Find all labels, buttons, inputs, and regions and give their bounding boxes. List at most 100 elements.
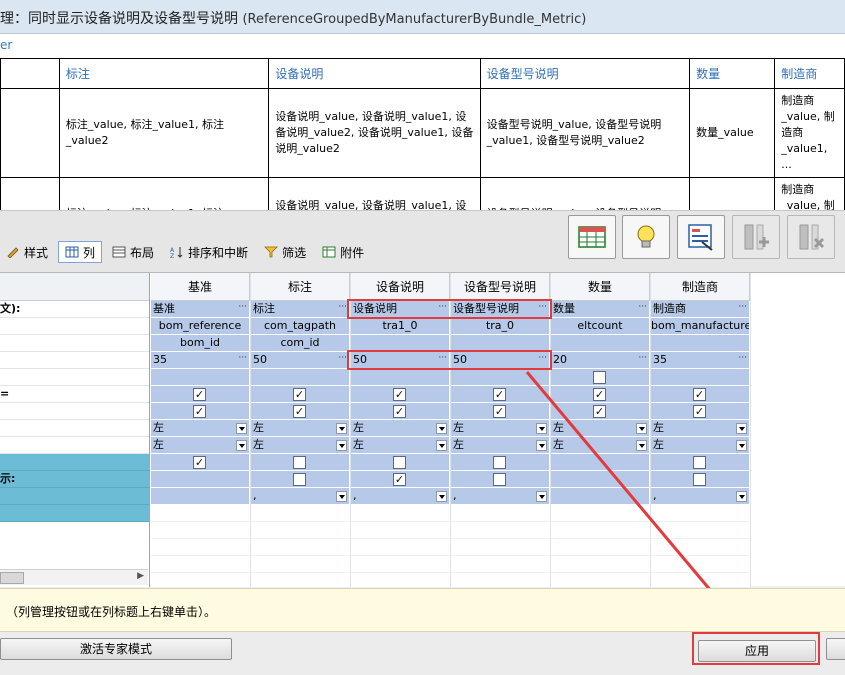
column-key-field[interactable]: bom_id (151, 335, 250, 352)
column-align-select[interactable]: 左 (251, 437, 350, 454)
column-align-select[interactable]: 左 (151, 437, 250, 454)
chevron-down-icon[interactable] (436, 491, 447, 502)
column-width-field[interactable]: 35 ··· (651, 352, 750, 369)
column-property-field[interactable]: tra_0 (451, 318, 550, 335)
column-title-field[interactable]: 制造商 ··· (651, 301, 750, 318)
expert-mode-button[interactable]: 激活专家模式 (0, 638, 232, 660)
ellipsis-icon[interactable]: ··· (738, 352, 747, 366)
column-width-field[interactable]: 35 ··· (151, 352, 250, 369)
tab-columns[interactable]: 列 (58, 241, 103, 263)
checkbox[interactable]: ✓ (393, 405, 406, 418)
column-header[interactable]: 数量 (551, 273, 650, 301)
chevron-down-icon[interactable] (236, 440, 247, 451)
tip-button[interactable] (622, 215, 670, 259)
tab-sort[interactable]: AZ 排序和中断 (164, 241, 254, 263)
apply-button[interactable]: 应用 (698, 640, 816, 662)
ellipsis-icon[interactable]: ··· (738, 301, 747, 315)
chevron-down-icon[interactable] (336, 440, 347, 451)
tab-style[interactable]: 样式 (0, 241, 54, 263)
column-property-field[interactable]: tra1_0 (351, 318, 450, 335)
tab-layout[interactable]: 布局 (106, 241, 160, 263)
column-header[interactable]: 标注 (251, 273, 350, 301)
column-width-field[interactable]: 50 ··· (351, 352, 450, 369)
checkbox[interactable]: ✓ (193, 405, 206, 418)
column-align-select[interactable]: 左 (651, 437, 750, 454)
chevron-down-icon[interactable] (536, 440, 547, 451)
checkbox[interactable] (493, 456, 506, 469)
checkbox[interactable] (293, 456, 306, 469)
column-property-field[interactable]: bom_reference (151, 318, 250, 335)
column-width-field[interactable]: 50 ··· (251, 352, 350, 369)
checkbox[interactable]: ✓ (293, 388, 306, 401)
chevron-down-icon[interactable] (736, 423, 747, 434)
tab-attachment[interactable]: 附件 (316, 241, 370, 263)
horizontal-scrollbar[interactable]: ▶ (0, 569, 148, 585)
checkbox[interactable] (493, 473, 506, 486)
column-align-select[interactable]: 左 (451, 437, 550, 454)
column-width-field[interactable]: 50 ··· (451, 352, 550, 369)
checkbox[interactable]: ✓ (493, 405, 506, 418)
column-align-select[interactable]: 左 (551, 437, 650, 454)
ellipsis-icon[interactable]: ··· (538, 352, 547, 366)
column-separator-select[interactable]: , (251, 488, 350, 505)
delete-column-button[interactable] (787, 215, 835, 259)
checkbox[interactable] (693, 473, 706, 486)
chevron-down-icon[interactable] (436, 423, 447, 434)
chevron-down-icon[interactable] (336, 491, 347, 502)
chevron-down-icon[interactable] (436, 440, 447, 451)
column-key-field[interactable] (651, 335, 750, 352)
column-align-select[interactable]: 左 (651, 420, 750, 437)
checkbox[interactable]: ✓ (193, 388, 206, 401)
column-separator-select[interactable] (151, 488, 250, 505)
column-width-field[interactable]: 20 ··· (551, 352, 650, 369)
chevron-down-icon[interactable] (336, 423, 347, 434)
checkbox[interactable]: ✓ (693, 405, 706, 418)
ellipsis-icon[interactable]: ··· (638, 301, 647, 315)
column-key-field[interactable]: com_id (251, 335, 350, 352)
column-header[interactable]: 基准 (151, 273, 250, 301)
column-key-field[interactable] (551, 335, 650, 352)
column-align-select[interactable]: 左 (251, 420, 350, 437)
column-align-select[interactable]: 左 (351, 420, 450, 437)
checkbox[interactable] (593, 371, 606, 384)
column-header[interactable]: 制造商 (651, 273, 750, 301)
column-align-select[interactable]: 左 (151, 420, 250, 437)
checkbox[interactable]: ✓ (593, 388, 606, 401)
checkbox[interactable] (293, 473, 306, 486)
grid-manager-button[interactable] (568, 215, 616, 259)
checkbox[interactable]: ✓ (693, 388, 706, 401)
column-align-select[interactable]: 左 (551, 420, 650, 437)
tab-filter[interactable]: 筛选 (258, 241, 312, 263)
chevron-down-icon[interactable] (236, 423, 247, 434)
column-property-field[interactable]: com_tagpath (251, 318, 350, 335)
ellipsis-icon[interactable]: ··· (238, 301, 247, 315)
column-separator-select[interactable]: , (651, 488, 750, 505)
ellipsis-icon[interactable]: ··· (338, 352, 347, 366)
ellipsis-icon[interactable]: ··· (338, 301, 347, 315)
add-column-button[interactable] (732, 215, 780, 259)
checkbox[interactable]: ✓ (293, 405, 306, 418)
column-title-field[interactable]: 设备型号说明 ··· (451, 301, 550, 318)
chevron-down-icon[interactable] (636, 423, 647, 434)
checkbox[interactable]: ✓ (593, 405, 606, 418)
checkbox[interactable] (693, 456, 706, 469)
column-key-field[interactable] (351, 335, 450, 352)
column-title-field[interactable]: 数量 ··· (551, 301, 650, 318)
ellipsis-icon[interactable]: ··· (238, 352, 247, 366)
column-title-field[interactable]: 设备说明 ··· (351, 301, 450, 318)
checkbox[interactable]: ✓ (493, 388, 506, 401)
checkbox[interactable]: ✓ (393, 473, 406, 486)
column-separator-select[interactable]: , (451, 488, 550, 505)
ellipsis-icon[interactable]: ··· (538, 301, 547, 315)
next-button[interactable] (826, 638, 845, 660)
chevron-down-icon[interactable] (536, 491, 547, 502)
column-header[interactable]: 设备型号说明 (451, 273, 550, 301)
column-align-select[interactable]: 左 (451, 420, 550, 437)
column-header[interactable]: 设备说明 (351, 273, 450, 301)
column-title-field[interactable]: 基准 ··· (151, 301, 250, 318)
column-key-field[interactable] (451, 335, 550, 352)
column-property-field[interactable]: bom_manufacturer (651, 318, 750, 335)
column-properties-button[interactable] (677, 215, 725, 259)
column-separator-select[interactable]: , (351, 488, 450, 505)
chevron-down-icon[interactable] (636, 440, 647, 451)
